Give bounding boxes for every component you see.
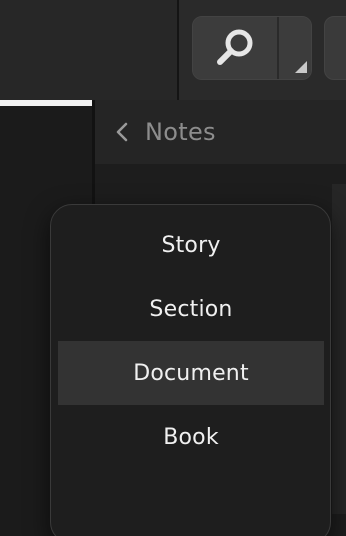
- notes-title: Notes: [145, 118, 216, 146]
- toolbar-left-area: [0, 0, 177, 100]
- dropdown-corner-icon: [295, 61, 307, 73]
- menu-item-story[interactable]: Story: [58, 213, 324, 277]
- search-button-group: [192, 16, 312, 80]
- notes-header: Notes: [95, 100, 346, 164]
- notes-side-strip: [332, 184, 346, 514]
- toolbar-extra-button[interactable]: [324, 16, 346, 80]
- search-options-dropdown[interactable]: [279, 17, 311, 79]
- app-window: Notes Story Section Document Book: [0, 0, 346, 536]
- magnifier-icon: [217, 29, 253, 65]
- search-button[interactable]: [193, 17, 277, 79]
- back-button[interactable]: [115, 121, 133, 143]
- menu-item-document[interactable]: Document: [58, 341, 324, 405]
- scope-popup-menu: Story Section Document Book: [50, 204, 331, 536]
- menu-item-book[interactable]: Book: [58, 405, 324, 469]
- menu-item-section[interactable]: Section: [58, 277, 324, 341]
- chevron-left-icon: [116, 122, 128, 142]
